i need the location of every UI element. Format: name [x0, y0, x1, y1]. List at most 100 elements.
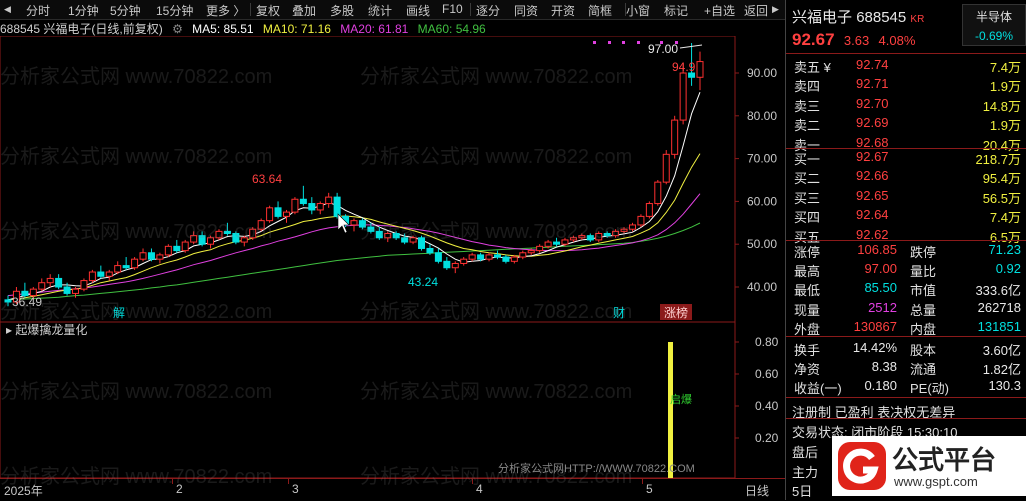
legend-settings-icon[interactable]: ⚙ — [172, 22, 183, 36]
y-tick-label: 80.00 — [747, 109, 777, 123]
toolbar-14[interactable]: 简框 — [588, 2, 612, 19]
candle-body — [527, 250, 535, 254]
panel-info: 5日 — [792, 484, 813, 499]
bid-label: 买一 — [794, 152, 821, 167]
indicator-frame — [0, 322, 736, 478]
fund-label: 股本 — [910, 343, 937, 358]
candle-body — [569, 237, 577, 241]
bid-price: 92.66 — [856, 168, 889, 184]
toolbar-3[interactable]: 15分钟 — [156, 2, 193, 19]
sector-box[interactable]: 半导体 -0.69% — [962, 4, 1026, 46]
candle-body — [418, 237, 426, 249]
toolbar-18[interactable]: 返回 — [744, 2, 768, 19]
toolbar-1[interactable]: 1分钟 — [68, 2, 99, 19]
toolbar-2[interactable]: 5分钟 — [110, 2, 141, 19]
ask-label: 卖五 ¥ — [794, 60, 831, 75]
toolbar-10[interactable]: F10 — [442, 2, 463, 16]
candle-body — [122, 265, 130, 269]
panel-info: 主力 — [792, 465, 819, 480]
event-marker-cai[interactable]: 财 — [613, 306, 625, 320]
nav-prev-icon[interactable]: ◀ — [4, 4, 11, 15]
candle-body — [384, 233, 392, 239]
toolbar-separator — [370, 3, 371, 16]
x-axis: 2025年 2 3 4 5 日线 — [0, 478, 785, 501]
candle-body — [72, 288, 80, 294]
candle-body — [662, 153, 670, 183]
stat-value: 106.85 — [857, 242, 897, 257]
toolbar-separator — [470, 3, 471, 16]
legend-ma60: MA60: 54.96 — [417, 22, 486, 36]
candle-body — [603, 233, 611, 237]
toolbar-4[interactable]: 更多 〉 — [206, 2, 245, 19]
toolbar-11[interactable]: 逐分 — [476, 2, 500, 19]
toolbar-15[interactable]: 小窗 — [626, 2, 650, 19]
ask-row[interactable]: 卖二 92.69 1.9万 — [786, 114, 1026, 134]
toolbar-13[interactable]: 开资 — [551, 2, 575, 19]
ask-row[interactable]: 卖四 92.71 1.9万 — [786, 75, 1026, 95]
ask-volume: 1.9万 — [989, 118, 1021, 134]
stat-label: 外盘 — [794, 321, 821, 337]
y-tick-label: 60.00 — [747, 194, 777, 208]
toolbar-17[interactable]: +自选 — [704, 2, 735, 19]
stock-code: 688545 — [856, 9, 907, 26]
indicator-title[interactable]: ▸ 起爆擒龙量化 — [6, 322, 87, 337]
toolbar-7[interactable]: 多股 — [330, 2, 354, 19]
panel-divider — [786, 53, 1026, 54]
ask-row[interactable]: 卖五 ¥ 92.74 7.4万 — [786, 56, 1026, 75]
candle-body — [696, 61, 704, 78]
legend-stock[interactable]: 688545 兴福电子(日线,前复权) — [0, 22, 163, 36]
ask-row[interactable]: 卖三 92.70 14.8万 — [786, 95, 1026, 114]
bid-row[interactable]: 买四 92.64 7.4万 — [786, 206, 1026, 225]
bid-label: 买二 — [794, 171, 821, 187]
stat-label: 现量 — [794, 302, 821, 318]
toolbar-0[interactable]: 分时 — [26, 2, 50, 19]
candle-body — [181, 241, 189, 252]
stat-value: 2512 — [868, 299, 897, 315]
ask-price: 92.69 — [856, 115, 889, 131]
candlestick-chart[interactable]: 90.00 80.00 70.00 60.00 50.00 40.00 63.64 43.24… — [0, 36, 785, 322]
candle-body — [637, 215, 645, 226]
bid-row[interactable]: 买二 92.66 95.4万 — [786, 167, 1026, 187]
candle-body — [4, 299, 12, 303]
y-tick-label: 70.00 — [747, 152, 777, 166]
logo-g-icon — [838, 442, 886, 490]
candle-body — [401, 237, 409, 243]
candle-body — [38, 282, 46, 290]
ma5-line — [7, 92, 701, 301]
panel-divider — [786, 336, 1026, 337]
x-tick — [288, 479, 289, 484]
signal-label: 启爆 — [670, 392, 692, 406]
toolbar-5[interactable]: 复权 — [256, 2, 280, 19]
candle-body — [147, 252, 155, 260]
candle-body — [578, 235, 586, 239]
stat-value: 97.00 — [864, 261, 897, 277]
price-annotation: 63.64 — [252, 172, 282, 186]
candle-body — [223, 230, 231, 235]
bid-volume: 218.7万 — [975, 152, 1021, 167]
y-tick-label: 40.00 — [747, 280, 777, 294]
bid-row[interactable]: 买一 92.67 218.7万 — [786, 148, 1026, 167]
chart-frame — [0, 36, 736, 322]
toolbar-16[interactable]: 标记 — [664, 2, 688, 19]
candle-body — [63, 286, 71, 294]
candle-body — [620, 228, 628, 232]
toolbar-12[interactable]: 同资 — [514, 2, 538, 19]
event-marker-zhangbang[interactable]: 涨榜 — [664, 305, 688, 320]
ask-volume: 1.9万 — [989, 79, 1021, 95]
candle-body — [114, 265, 122, 273]
toolbar-9[interactable]: 画线 — [406, 2, 430, 19]
event-marker-jie[interactable]: 解 — [113, 306, 125, 320]
candle-body — [325, 196, 333, 205]
toolbar-6[interactable]: 叠加 — [292, 2, 316, 19]
stat-row: 最低 85.50 市值 333.6亿 — [786, 279, 1026, 298]
fund-value: 0.180 — [864, 378, 897, 394]
fundamental-row: 净资 8.38 流通 1.82亿 — [786, 358, 1026, 377]
price-annotation: 94.9 — [672, 60, 696, 74]
toolbar-8[interactable]: 统计 — [368, 2, 392, 19]
period-label[interactable]: 日线 — [745, 482, 769, 499]
bid-row[interactable]: 买三 92.65 56.5万 — [786, 187, 1026, 206]
nav-next-icon[interactable]: ▶ — [772, 4, 779, 15]
indicator-chart[interactable]: ▸ 起爆擒龙量化 0.80 0.60 0.40 0.20 启爆分析家公式网HTTP://W… — [0, 322, 785, 478]
signal-dot — [637, 41, 640, 44]
indicator-legend: 688545 兴福电子(日线,前复权) ⚙ MA5: 85.51 MA10: 7… — [0, 20, 492, 36]
